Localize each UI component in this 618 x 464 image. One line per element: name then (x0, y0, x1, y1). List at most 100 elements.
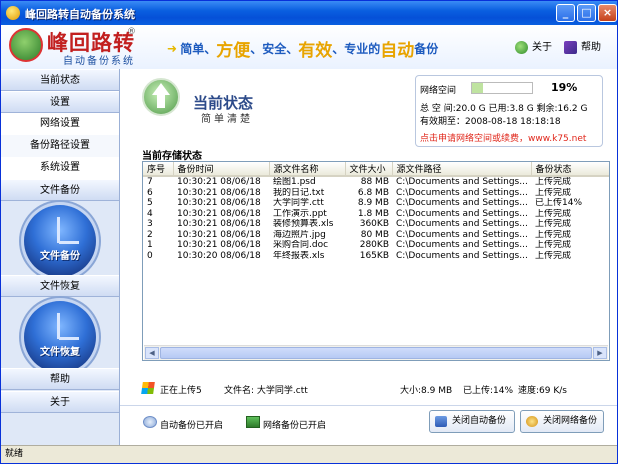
quota-percent: 19% (551, 81, 578, 94)
sidebar-section-backup[interactable]: 文件备份 (1, 179, 119, 201)
arrow-stem (157, 94, 165, 108)
sidebar-section-help[interactable]: 帮助 (1, 368, 119, 390)
table-cell: 上传完成 (535, 250, 572, 261)
list-title: 当前存储状态 (142, 151, 202, 162)
table-row[interactable]: 4 10:30:21 08/06/18 工作演示.ppt 1.8 MB C:\Docum… (143, 209, 609, 220)
column-header[interactable]: 序号 (143, 162, 174, 177)
about-label: 关于 (532, 42, 552, 53)
column-header[interactable]: 源文件名称 (269, 162, 346, 177)
table-row[interactable]: 6 10:30:21 08/06/18 我的日记.txt 6.8 MB C:\Docum… (143, 188, 609, 199)
table-cell: 1 (147, 240, 153, 251)
logo-registered: ® (127, 27, 136, 37)
table-cell: 10:30:21 08/06/18 (177, 229, 261, 240)
table-cell: C:\Documents and Settings... (396, 177, 528, 188)
table-cell: 已上传14% (535, 198, 583, 209)
table-cell: 88 MB (360, 177, 389, 188)
table-cell: 上传完成 (535, 208, 572, 219)
table-cell: 80 MB (360, 229, 389, 240)
scrollbar-thumb[interactable] (160, 347, 592, 359)
sidebar-item-path[interactable]: 备份路径设置 (1, 135, 119, 157)
table-row[interactable]: 7 10:30:21 08/06/18 绘图1.psd 88 MB C:\Documen… (143, 176, 609, 188)
column-header[interactable]: 备份时间 (173, 162, 270, 177)
table-cell: 10:30:21 08/06/18 (177, 177, 261, 188)
upload-arrow-icon (142, 78, 180, 116)
table-cell: 装修预算表.xls (273, 219, 334, 230)
minimize-button[interactable]: _ (556, 4, 575, 22)
quota-label: 网络空间 (420, 86, 457, 96)
table-cell: 8.9 MB (357, 198, 389, 209)
column-header[interactable]: 备份状态 (531, 162, 609, 177)
slogan-part: 方便 (216, 41, 251, 61)
table-header-row: 序号 备份时间 源文件名称 文件大小 源文件路径 备份状态 (143, 162, 609, 177)
slogan-arrow-icon: ➜ (167, 41, 178, 56)
sidebar-section-about[interactable]: 关于 (1, 391, 119, 413)
table-cell: C:\Documents and Settings... (396, 229, 528, 240)
uploading-file-name: 文件名: 大学同学.ctt (224, 386, 308, 396)
clock-hand (57, 217, 60, 243)
table-cell: C:\Documents and Settings... (396, 250, 528, 261)
table-cell: 10:30:21 08/06/18 (177, 240, 261, 251)
column-header[interactable]: 源文件路径 (392, 162, 532, 177)
main-panel: 当前状态 简单清楚 网络空间 19% 总 空 间:20.0 G 已用:3.8 G… (120, 69, 617, 445)
table-cell: 4 (147, 208, 153, 219)
scroll-right-icon[interactable]: ▶ (593, 347, 607, 359)
sidebar-section-settings[interactable]: 设置 (1, 91, 119, 113)
close-auto-backup-button[interactable]: 关闭自动备份 (429, 410, 515, 433)
title-bar[interactable]: 峰回路转自动备份系统 _ □ × (1, 1, 617, 25)
app-icon (6, 6, 20, 20)
table-cell: 绘图1.psd (273, 177, 316, 188)
quota-renew-link[interactable]: 点击申请网络空间或续费，www.k75.net (420, 131, 586, 144)
table-cell: 2 (147, 229, 153, 240)
network-icon (526, 416, 538, 427)
close-button[interactable]: × (598, 4, 617, 22)
backup-table: 序号 备份时间 源文件名称 文件大小 源文件路径 备份状态 7 10:30:21 08/06… (142, 161, 610, 361)
table-row[interactable]: 3 10:30:21 08/06/18 装修预算表.xls 360KB C:\Docum… (143, 219, 609, 230)
table-row[interactable]: 5 10:30:21 08/06/18 大学同学.ctt 8.9 MB C:\Docum… (143, 198, 609, 209)
table-cell: 10:30:21 08/06/18 (177, 219, 261, 230)
clock-hand (59, 337, 79, 340)
sidebar-item-network[interactable]: 网络设置 (1, 113, 119, 135)
about-button[interactable]: 关于 (515, 38, 552, 54)
table-cell: 大学同学.ctt (273, 198, 324, 209)
sidebar-section-restore[interactable]: 文件恢复 (1, 275, 119, 297)
table-row[interactable]: 1 10:30:21 08/06/18 采购合同.doc 280KB C:\Docume… (143, 240, 609, 251)
slogan-part: 、专业的 (332, 42, 381, 56)
slogan-part: 简单、 (180, 42, 217, 56)
uploading-file-size: 大小:8.9 MB (400, 386, 453, 396)
table-cell: 5 (147, 198, 153, 209)
window-title: 峰回路转自动备份系统 (25, 8, 135, 21)
table-cell: 10:30:21 08/06/18 (177, 198, 261, 209)
table-cell: 上传完成 (535, 219, 572, 230)
horizontal-scrollbar[interactable]: ◀ ▶ (144, 345, 608, 360)
table-row[interactable]: 2 10:30:21 08/06/18 海边照片.jpg 80 MB C:\Docume… (143, 230, 609, 241)
table-cell: 海边照片.jpg (273, 229, 326, 240)
network-backup-icon (246, 416, 260, 428)
slogan-part: 备份 (414, 42, 439, 56)
slogan-part: 有效 (298, 41, 333, 61)
clock-hand (59, 241, 79, 244)
close-network-backup-button[interactable]: 关闭网络备份 (520, 410, 604, 433)
table-row[interactable]: 0 10:30:20 08/06/18 年终报表.xls 165KB C:\Docume… (143, 251, 609, 262)
clock-hand (57, 313, 60, 339)
table-cell: 年终报表.xls (273, 250, 325, 261)
backup-clock-button[interactable]: 文件备份 (15, 205, 105, 277)
slogan-part: 自动 (380, 41, 415, 61)
column-header[interactable]: 文件大小 (345, 162, 393, 177)
restore-clock-button[interactable]: 文件恢复 (15, 301, 105, 373)
scroll-left-icon[interactable]: ◀ (145, 347, 159, 359)
sidebar-section-status[interactable]: 当前状态 (1, 69, 119, 91)
table-cell: 165KB (359, 250, 389, 261)
table-cell: C:\Documents and Settings... (396, 240, 528, 251)
maximize-button[interactable]: □ (577, 4, 596, 22)
help-button[interactable]: 帮助 (564, 38, 601, 54)
table-cell: C:\Documents and Settings... (396, 198, 528, 209)
table-cell: 工作演示.ppt (273, 208, 327, 219)
sidebar-item-system[interactable]: 系统设置 (1, 157, 119, 179)
table-cell: 7 (147, 177, 153, 188)
sidebar: 当前状态 设置 网络设置 备份路径设置 系统设置 文件备份 文件备份 文件恢复 … (1, 69, 120, 445)
auto-backup-status: 自动备份已开启 (160, 421, 224, 431)
quota-bar-fill (472, 83, 484, 93)
app-header: 峰回路转 ® 自动备份系统 ➜ 简单、方便、安全、有效、专业的自动备份 关于 帮… (1, 25, 617, 70)
uploading-status: 正在上传5 (160, 386, 202, 396)
table-cell: 6 (147, 187, 153, 198)
